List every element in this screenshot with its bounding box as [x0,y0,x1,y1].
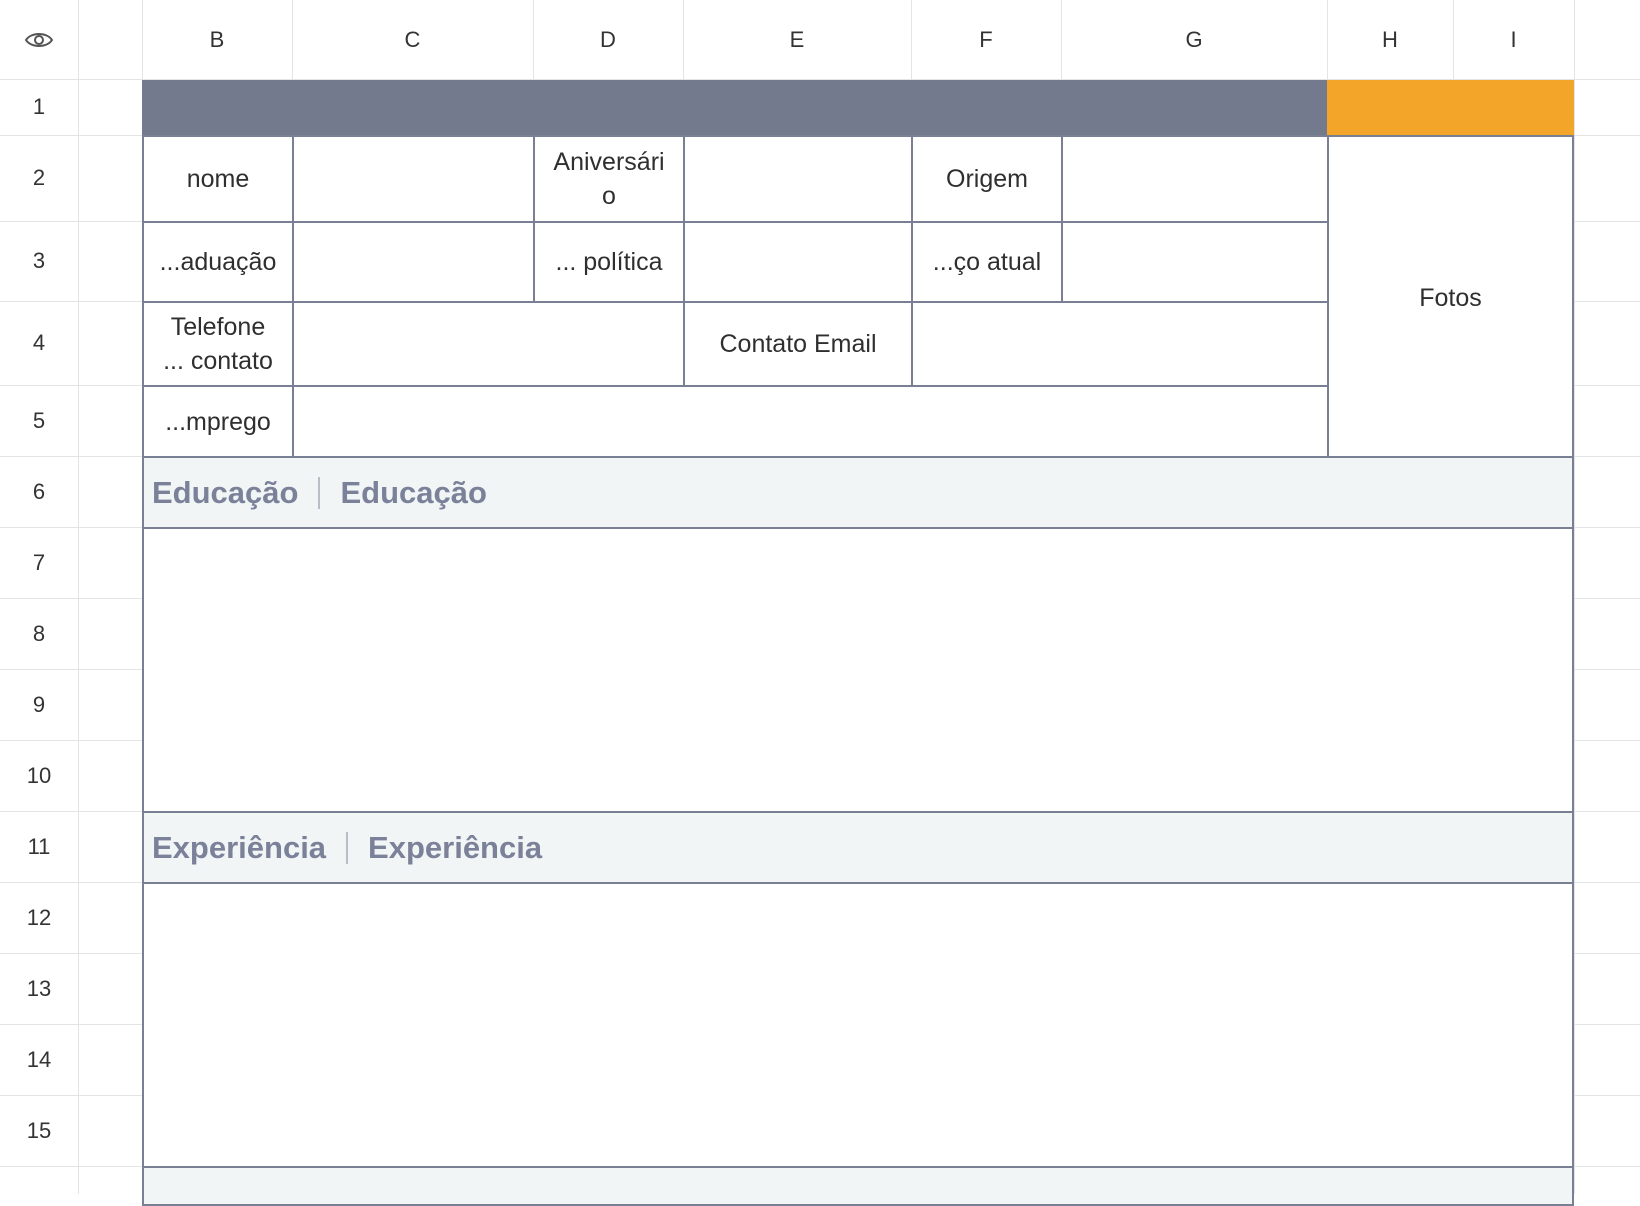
origem-value-cell[interactable] [1061,135,1329,223]
column-header-h[interactable]: H [1327,0,1453,79]
row-header-8[interactable]: 8 [0,598,78,669]
aniversario-label: Aniversári o [533,135,685,223]
fotos-cell[interactable]: Fotos [1327,135,1574,458]
eye-icon [24,32,54,47]
endereco-label: ...ço atual [911,221,1063,303]
fotos-label: Fotos [1419,284,1482,312]
row-header-2[interactable]: 2 [0,135,78,221]
row-header-3[interactable]: 3 [0,221,78,301]
graduacao-value-cell[interactable] [292,221,535,303]
section-title: Experiência [152,829,327,865]
visibility-toggle[interactable] [0,0,78,79]
nome-value-cell[interactable] [292,135,535,223]
endereco-value-cell[interactable] [1061,221,1329,303]
section-header-next[interactable] [142,1166,1574,1206]
row-header-1[interactable]: 1 [0,79,78,135]
politica-value-cell[interactable] [683,221,913,303]
row-header-10[interactable]: 10 [0,740,78,811]
row-header-13[interactable]: 13 [0,953,78,1024]
separator [346,831,349,864]
gridline [1574,0,1575,1194]
row-header-6[interactable]: 6 [0,456,78,527]
row-header-14[interactable]: 14 [0,1024,78,1095]
educacao-content-block[interactable] [142,527,1574,813]
telefone-label: Telefone ... contato [142,301,294,387]
column-header-d[interactable]: D [533,0,683,79]
section-header-educacao[interactable]: Educação Educação [142,456,1574,529]
section-title: Educação [152,474,299,510]
emprego-label: ...mprego [142,385,294,458]
column-header-b[interactable]: B [142,0,292,79]
emprego-value-cell[interactable] [292,385,1329,458]
column-header-e[interactable]: E [683,0,911,79]
accent-banner[interactable] [1327,80,1574,135]
email-label: Contato Email [683,301,913,387]
graduacao-label: ...aduação [142,221,294,303]
section-header-experiencia[interactable]: Experiência Experiência [142,811,1574,884]
column-header-f[interactable]: F [911,0,1061,79]
row-header-5[interactable]: 5 [0,385,78,456]
row-header-12[interactable]: 12 [0,882,78,953]
separator [318,476,321,509]
aniversario-value-cell[interactable] [683,135,913,223]
email-value-cell[interactable] [911,301,1329,387]
origem-label: Origem [911,135,1063,223]
telefone-value-cell[interactable] [292,301,685,387]
politica-label: ... política [533,221,685,303]
section-subtitle: Educação [340,474,487,510]
row-header-11[interactable]: 11 [0,811,78,882]
column-header-c[interactable]: C [292,0,533,79]
column-header-g[interactable]: G [1061,0,1327,79]
row-header-15[interactable]: 15 [0,1095,78,1166]
nome-label: nome [142,135,294,223]
gridline [78,0,79,1194]
row-header-9[interactable]: 9 [0,669,78,740]
header-banner[interactable] [142,80,1327,135]
column-header-i[interactable]: I [1453,0,1574,79]
row-header-7[interactable]: 7 [0,527,78,598]
experiencia-content-block[interactable] [142,882,1574,1168]
section-subtitle: Experiência [368,829,543,865]
row-header-4[interactable]: 4 [0,301,78,385]
